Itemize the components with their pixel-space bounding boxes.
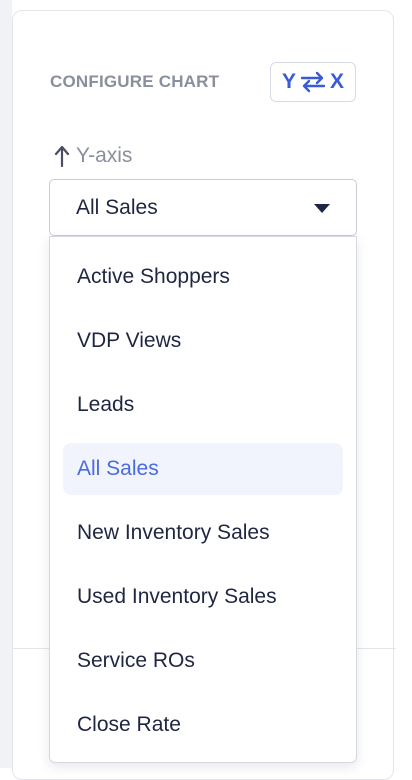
left-strip xyxy=(0,0,12,768)
arrow-up-icon xyxy=(54,145,70,167)
option-new-inventory-sales[interactable]: New Inventory Sales xyxy=(63,507,343,559)
swap-arrows-icon xyxy=(300,71,326,93)
option-vdp-views[interactable]: VDP Views xyxy=(63,315,343,367)
configure-chart-title: CONFIGURE CHART xyxy=(50,72,220,91)
option-leads[interactable]: Leads xyxy=(63,379,343,431)
option-used-inventory-sales[interactable]: Used Inventory Sales xyxy=(63,571,343,623)
option-service-ros[interactable]: Service ROs xyxy=(63,635,343,687)
y-axis-select[interactable]: All Sales xyxy=(49,179,357,236)
y-axis-select-value: All Sales xyxy=(76,196,158,219)
swap-x-label: X xyxy=(330,70,345,93)
y-axis-label-row: Y-axis xyxy=(54,144,132,168)
caret-down-icon xyxy=(314,204,330,213)
y-axis-dropdown-menu: Active Shoppers VDP Views Leads All Sale… xyxy=(49,236,357,763)
swap-axes-button[interactable]: Y X xyxy=(270,62,356,102)
option-active-shoppers[interactable]: Active Shoppers xyxy=(63,251,343,303)
option-close-rate[interactable]: Close Rate xyxy=(63,699,343,751)
y-axis-label: Y-axis xyxy=(76,144,133,167)
option-all-sales[interactable]: All Sales xyxy=(63,443,343,495)
swap-y-label: Y xyxy=(281,70,296,93)
